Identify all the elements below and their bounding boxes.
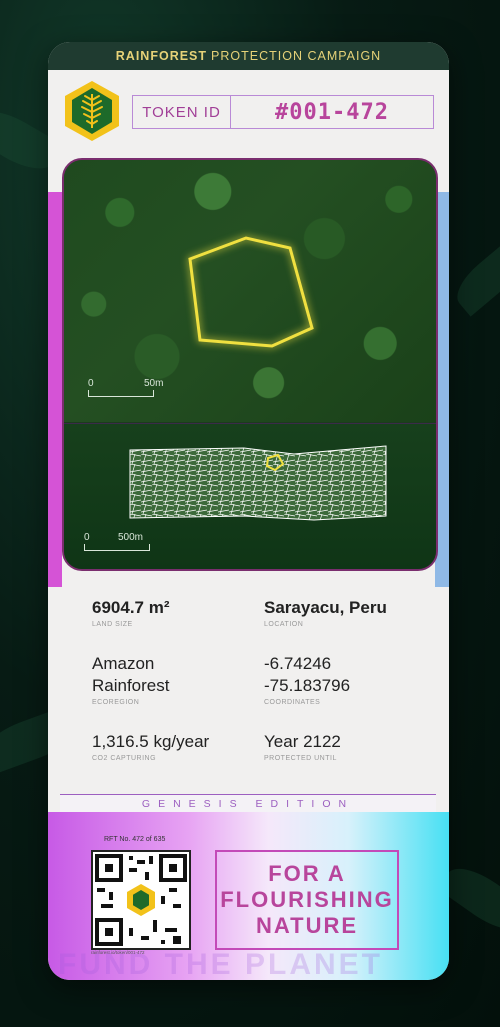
scale-zero: 0	[84, 532, 90, 543]
side-accent-left	[48, 192, 62, 587]
scale-bar-bottom: 0 500m	[84, 532, 150, 551]
satellite-overview: 0 500m	[64, 423, 436, 569]
campaign-header: RAINFOREST PROTECTION CAMPAIGN	[48, 42, 449, 70]
token-footer: RFT No. 472 of 635 rainforest.io/token/0…	[48, 812, 449, 980]
satellite-image-panel: 0 50m 0 500m	[62, 158, 438, 571]
header-text: PROTECTION CAMPAIGN	[211, 49, 382, 63]
background-leaf	[448, 238, 500, 317]
coordinates: -6.74246 -75.183796 COORDINATES	[264, 654, 351, 706]
qr-code-icon[interactable]	[91, 850, 191, 950]
satellite-closeup: 0 50m	[64, 160, 436, 422]
token-row: TOKEN ID #001-472	[48, 70, 449, 148]
land-size: 6904.7 m² LAND SIZE	[92, 598, 170, 628]
rft-number: RFT No. 472 of 635	[104, 836, 166, 843]
scale-top-label: 50m	[144, 378, 164, 389]
co2-capturing: 1,316.5 kg/year CO2 CAPTURING	[92, 732, 210, 762]
ghost-watermark-text: FUND THE PLANET	[58, 948, 383, 980]
token-id-box: TOKEN ID #001-472	[132, 95, 434, 129]
plot-boundary-polygon	[188, 236, 314, 348]
edition-banner: GENESIS EDITION	[60, 794, 436, 814]
fern-badge-icon	[65, 81, 119, 141]
location: Sarayacu, Peru LOCATION	[264, 598, 387, 628]
scale-bar-top: 0 50m	[88, 378, 163, 397]
token-id-value: #001-472	[275, 99, 389, 125]
header-bold: RAINFOREST	[115, 49, 208, 63]
token-card: RAINFOREST PROTECTION CAMPAIGN TOKEN ID …	[48, 42, 449, 980]
token-id-label: TOKEN ID	[133, 96, 231, 128]
scale-zero: 0	[88, 378, 94, 389]
scale-bottom-label: 500m	[118, 532, 144, 543]
protected-until: Year 2122 PROTECTED UNTIL	[264, 732, 341, 762]
ecoregion: Amazon Rainforest ECOREGION	[92, 654, 170, 706]
slogan-box: FOR A FLOURISHING NATURE	[215, 850, 399, 950]
